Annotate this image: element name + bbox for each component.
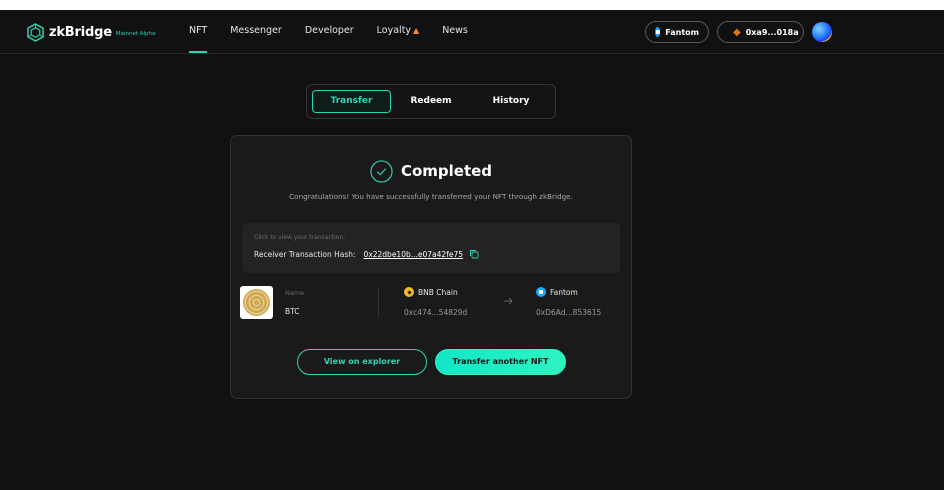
bnb-icon — [404, 287, 414, 297]
top-nav-bar: zkBridge Mainnet Alpha NFT Messenger Dev… — [0, 10, 944, 54]
tab-redeem[interactable]: Redeem — [393, 90, 469, 113]
transfer-another-nft-button[interactable]: Transfer another NFT — [435, 349, 566, 375]
profile-avatar[interactable] — [812, 22, 832, 42]
nav-item-news[interactable]: News — [442, 10, 468, 54]
zkbridge-logo-icon — [27, 22, 44, 42]
nav-item-loyalty-label: Loyalty — [376, 25, 412, 36]
network-selector-button[interactable]: Fantom — [645, 21, 709, 43]
main-nav: NFT Messenger Developer Loyalty ▲ News — [189, 10, 491, 54]
transaction-box: Click to view your transaction: Receiver… — [242, 223, 620, 273]
bridge-tabs: Transfer Redeem History — [306, 84, 556, 119]
flame-icon: ▲ — [413, 26, 420, 35]
nav-item-developer[interactable]: Developer — [305, 10, 354, 54]
nft-name-label: Name — [285, 289, 305, 297]
metamask-fox-icon: ◆ — [733, 26, 741, 38]
tab-history[interactable]: History — [471, 90, 551, 113]
nft-thumbnail — [240, 286, 273, 319]
wallet-address: 0xa9...018a — [745, 27, 799, 37]
logo[interactable]: zkBridge Mainnet Alpha — [26, 21, 155, 43]
copy-icon[interactable] — [469, 249, 479, 259]
wallet-button[interactable]: ◆ 0xa9...018a — [717, 21, 804, 43]
status-message: Congratulations! You have successfully t… — [289, 192, 573, 201]
nav-item-loyalty[interactable]: Loyalty ▲ — [377, 10, 420, 54]
vertical-divider — [378, 288, 379, 318]
fantom-icon — [536, 287, 546, 297]
transaction-hash-row: Receiver Transaction Hash: 0x22dbe10b...… — [254, 249, 479, 259]
transaction-hash-link[interactable]: 0x22dbe10b...e07a42fe75 — [364, 250, 463, 259]
logo-text: zkBridge — [49, 24, 112, 40]
transaction-hint: Click to view your transaction: — [254, 234, 346, 241]
nav-item-messenger[interactable]: Messenger — [230, 10, 282, 54]
logo-tag: Mainnet Alpha — [115, 31, 156, 37]
status-title: Completed — [400, 162, 493, 180]
nft-name: BTC — [285, 307, 300, 316]
destination-chain: Fantom — [536, 287, 578, 297]
arrow-right-icon — [504, 297, 513, 305]
source-chain: BNB Chain — [404, 287, 458, 297]
fantom-icon — [655, 27, 661, 37]
transfer-result-card: Completed Congratulations! You have succ… — [230, 135, 632, 399]
destination-address: 0xD6Ad...853615 — [536, 308, 602, 317]
source-address: 0xc474...54829d — [404, 308, 468, 317]
view-on-explorer-button[interactable]: View on explorer — [297, 349, 427, 375]
destination-chain-name: Fantom — [550, 287, 578, 297]
source-chain-name: BNB Chain — [418, 287, 458, 297]
btc-coin-image — [243, 289, 270, 316]
transaction-hash-label: Receiver Transaction Hash: — [254, 249, 356, 259]
app-window: zkBridge Mainnet Alpha NFT Messenger Dev… — [0, 10, 944, 490]
status-heading: Completed — [231, 159, 631, 183]
tab-transfer[interactable]: Transfer — [312, 90, 391, 113]
check-circle-icon — [370, 159, 393, 183]
network-label: Fantom — [665, 27, 699, 37]
nav-item-nft[interactable]: NFT — [189, 10, 208, 54]
